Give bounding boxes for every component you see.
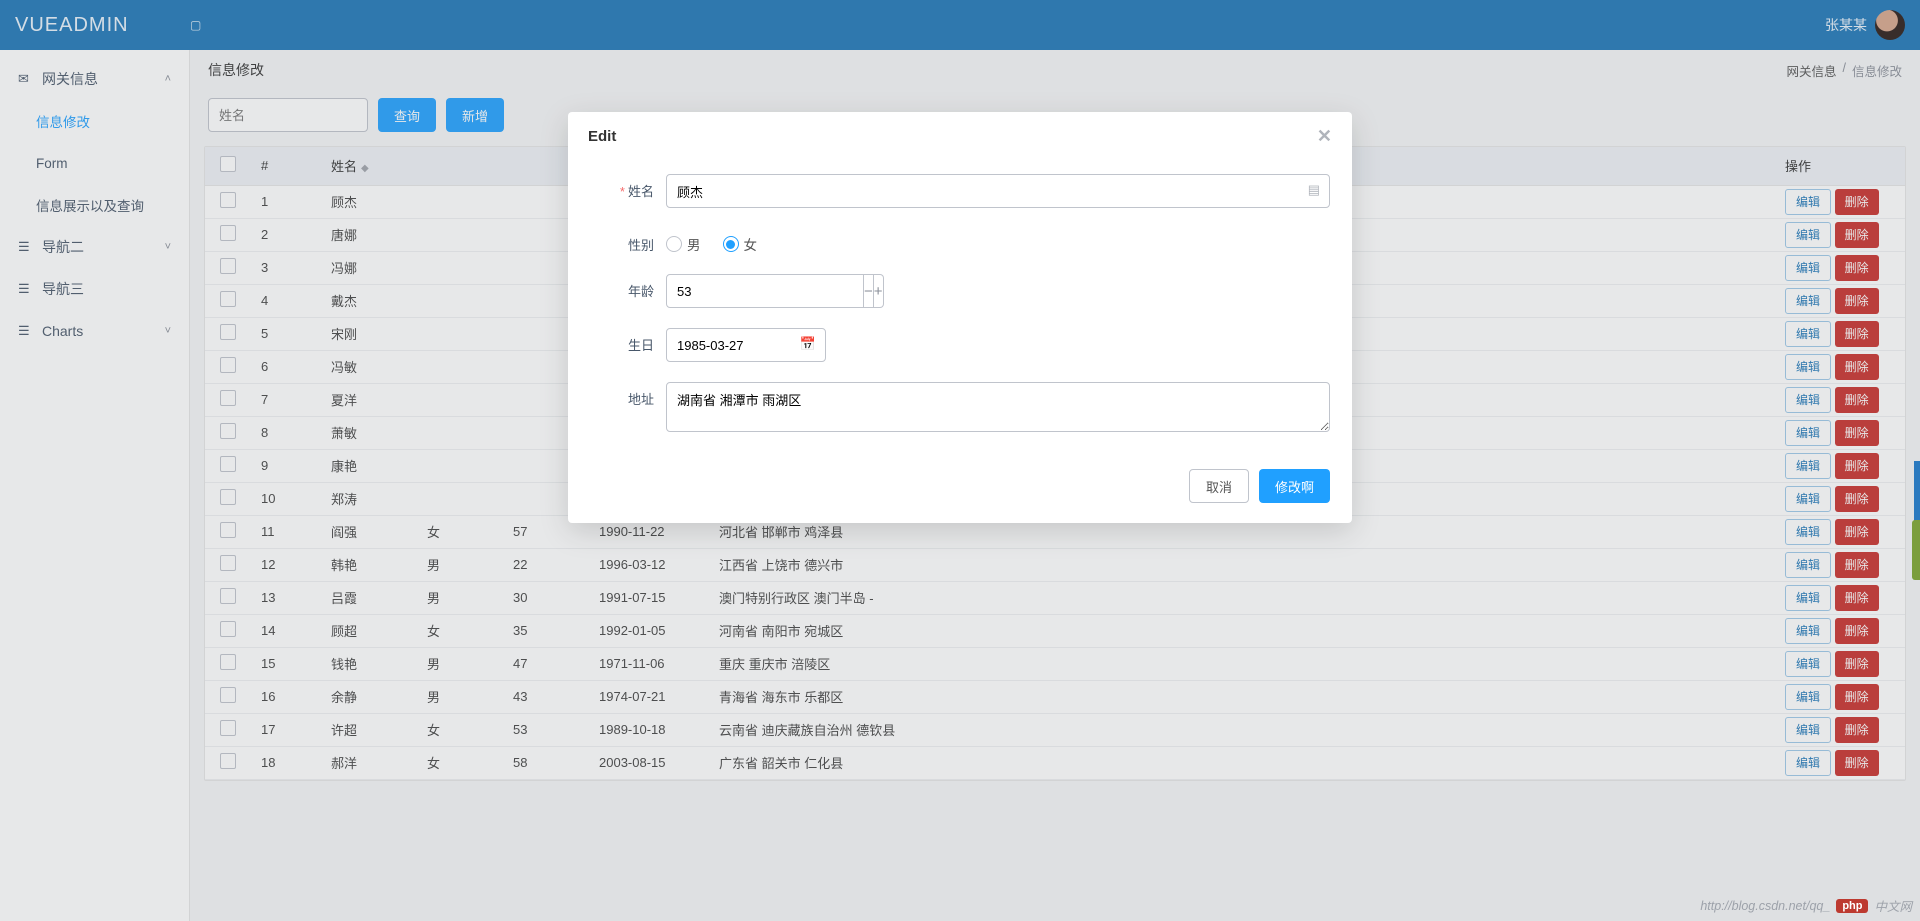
radio-male[interactable]: 男 [666, 234, 701, 254]
watermark: http://blog.csdn.net/qq_ php 中文网 [1700, 896, 1912, 915]
close-icon[interactable]: ✕ [1317, 126, 1332, 147]
name-input[interactable] [666, 174, 1330, 208]
radio-female[interactable]: 女 [723, 234, 758, 254]
increase-button[interactable]: + [874, 274, 884, 308]
submit-button[interactable]: 修改啊 [1259, 469, 1330, 503]
dialog-title: Edit [588, 128, 616, 145]
age-input[interactable] [666, 274, 864, 308]
label-birth: 生日 [628, 338, 654, 353]
feedback-tab[interactable] [1912, 520, 1920, 580]
address-textarea[interactable] [666, 382, 1330, 432]
edit-dialog: Edit ✕ *姓名 ▤ 性别 男 女 [568, 112, 1352, 523]
cancel-button[interactable]: 取消 [1189, 469, 1249, 503]
label-sex: 性别 [628, 238, 654, 253]
label-age: 年龄 [628, 284, 654, 299]
label-addr: 地址 [628, 392, 654, 407]
decrease-button[interactable]: − [864, 274, 874, 308]
modal-overlay: Edit ✕ *姓名 ▤ 性别 男 女 [0, 0, 1920, 921]
label-name: 姓名 [628, 184, 654, 199]
calendar-icon: 📅 [800, 336, 816, 352]
card-icon: ▤ [1308, 182, 1320, 198]
